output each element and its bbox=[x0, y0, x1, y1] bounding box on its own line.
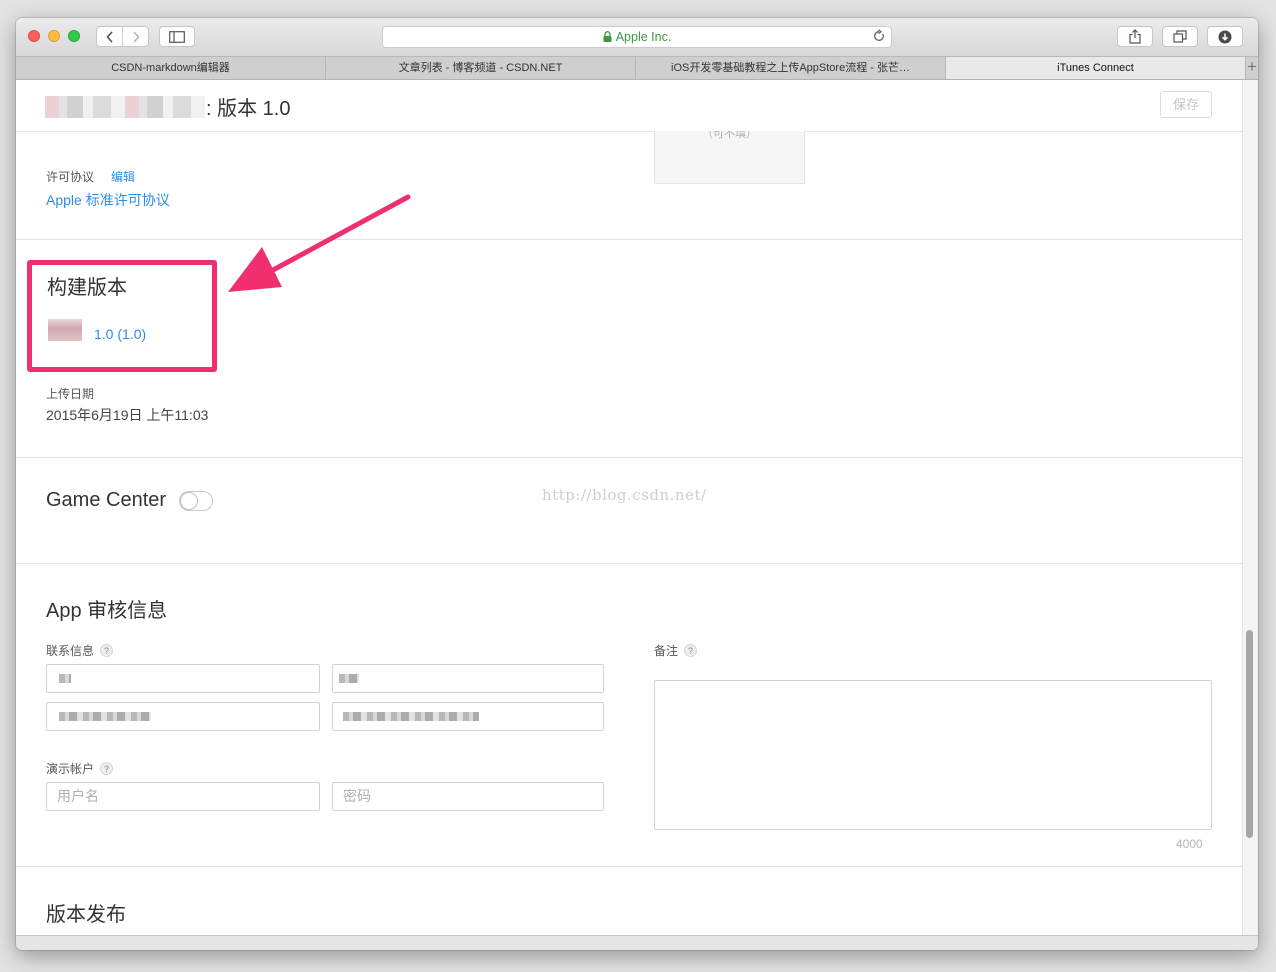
browser-toolbar: Apple Inc. bbox=[16, 18, 1258, 56]
share-button[interactable] bbox=[1117, 26, 1153, 47]
tab-ios-tutorial[interactable]: iOS开发零基础教程之上传AppStore流程 - 张芒… bbox=[636, 57, 946, 79]
optional-field-box: （可不填） bbox=[654, 131, 805, 184]
upload-date-value: 2015年6月19日 上午11:03 bbox=[46, 407, 209, 423]
minimize-window-button[interactable] bbox=[48, 30, 60, 42]
toggle-knob bbox=[180, 492, 198, 510]
tabs-overview-button[interactable] bbox=[1162, 26, 1198, 47]
license-agreement-link[interactable]: Apple 标准许可协议 bbox=[46, 190, 170, 210]
game-center-toggle[interactable] bbox=[179, 491, 213, 511]
zoom-window-button[interactable] bbox=[68, 30, 80, 42]
section-divider bbox=[16, 239, 1242, 240]
license-label: 许可协议 bbox=[46, 170, 95, 184]
back-button[interactable] bbox=[97, 27, 123, 46]
demo-account-label: 演示帐户? bbox=[46, 760, 114, 777]
blurred-value bbox=[59, 674, 71, 683]
contact-phone-field[interactable] bbox=[46, 702, 320, 731]
notes-char-limit: 4000 bbox=[1176, 837, 1203, 851]
review-section-title: App 审核信息 bbox=[46, 600, 168, 622]
help-icon[interactable]: ? bbox=[684, 644, 698, 657]
address-text: Apple Inc. bbox=[615, 30, 672, 44]
new-tab-button[interactable]: + bbox=[1246, 57, 1258, 79]
sidebar-toggle-button[interactable] bbox=[159, 26, 195, 47]
demo-password-field[interactable]: 密码 bbox=[332, 782, 604, 811]
downloads-button[interactable] bbox=[1207, 26, 1243, 47]
license-edit-link[interactable]: 编辑 bbox=[111, 168, 135, 185]
section-divider bbox=[16, 457, 1242, 458]
page-header: : 版本 1.0 保存 bbox=[16, 80, 1242, 132]
blurred-value bbox=[343, 712, 479, 721]
contact-info-label-text: 联系信息 bbox=[46, 644, 95, 658]
forward-button[interactable] bbox=[123, 27, 148, 46]
contact-last-name-field[interactable] bbox=[332, 664, 604, 693]
address-bar[interactable]: Apple Inc. bbox=[382, 26, 892, 48]
blurred-value bbox=[339, 674, 359, 683]
chevron-right-icon bbox=[132, 30, 140, 43]
notes-label: 备注? bbox=[654, 642, 698, 659]
tab-article-list[interactable]: 文章列表 - 博客频道 - CSDN.NET bbox=[326, 57, 636, 79]
scrollbar-thumb[interactable] bbox=[1246, 630, 1253, 838]
tab-bar: CSDN-markdown编辑器 文章列表 - 博客频道 - CSDN.NET … bbox=[16, 56, 1258, 80]
contact-first-name-field[interactable] bbox=[46, 664, 320, 693]
demo-username-field[interactable]: 用户名 bbox=[46, 782, 320, 811]
app-name-blurred bbox=[45, 96, 205, 118]
upload-date-label: 上传日期 bbox=[46, 387, 95, 401]
lock-icon bbox=[603, 28, 612, 48]
contact-email-field[interactable] bbox=[332, 702, 604, 731]
window-bottom-bar bbox=[16, 935, 1258, 950]
chevron-left-icon bbox=[105, 30, 113, 43]
help-icon[interactable]: ? bbox=[100, 762, 114, 775]
help-icon[interactable]: ? bbox=[100, 644, 114, 657]
notes-textarea[interactable] bbox=[654, 680, 1212, 830]
page-content: : 版本 1.0 保存 （可不填） 许可协议 编辑 Apple 标准许可协议 构… bbox=[16, 80, 1242, 935]
tab-itunes-connect[interactable]: iTunes Connect bbox=[946, 57, 1246, 79]
notes-label-text: 备注 bbox=[654, 644, 679, 658]
download-icon bbox=[1218, 30, 1232, 43]
close-window-button[interactable] bbox=[28, 30, 40, 42]
password-placeholder: 密码 bbox=[343, 788, 371, 804]
share-icon bbox=[1129, 29, 1141, 44]
tab-csdn-editor[interactable]: CSDN-markdown编辑器 bbox=[16, 57, 326, 79]
demo-account-label-text: 演示帐户 bbox=[46, 762, 95, 776]
game-center-title: Game Center bbox=[46, 489, 167, 511]
section-divider bbox=[16, 866, 1242, 867]
blurred-value bbox=[59, 712, 151, 721]
release-section-title: 版本发布 bbox=[46, 904, 126, 926]
contact-info-label: 联系信息? bbox=[46, 642, 114, 659]
watermark: http://blog.csdn.net/ bbox=[542, 486, 707, 504]
section-divider bbox=[16, 563, 1242, 564]
optional-field-hint: （可不填） bbox=[702, 131, 757, 140]
history-nav bbox=[96, 26, 149, 47]
tabs-overview-icon bbox=[1173, 30, 1187, 43]
sidebar-icon bbox=[169, 30, 185, 43]
page-title: : 版本 1.0 bbox=[206, 98, 291, 120]
browser-window: Apple Inc. CSDN-markdown编辑器 文章列表 - 博客频道 … bbox=[16, 18, 1258, 950]
annotation-highlight-box bbox=[27, 260, 217, 372]
username-placeholder: 用户名 bbox=[57, 788, 99, 804]
save-button[interactable]: 保存 bbox=[1160, 91, 1212, 118]
reload-icon[interactable] bbox=[873, 29, 885, 46]
